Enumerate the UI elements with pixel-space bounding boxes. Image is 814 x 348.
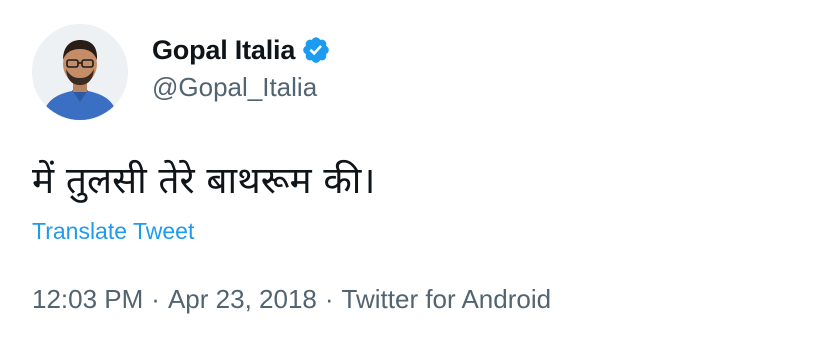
tweet-card: Gopal Italia @Gopal_Italia में तुलसी तेर… (0, 0, 814, 348)
tweet-source[interactable]: Twitter for Android (342, 284, 552, 315)
tweet-time[interactable]: 12:03 PM (32, 284, 143, 315)
tweet-date[interactable]: Apr 23, 2018 (168, 284, 317, 315)
author-handle[interactable]: @Gopal_Italia (152, 72, 317, 103)
translate-tweet-link[interactable]: Translate Tweet (32, 218, 194, 245)
tweet-text: में तुलसी तेरे बाथरूम की। (32, 159, 376, 202)
verified-badge-icon (301, 35, 331, 65)
author-name-row: Gopal Italia (152, 32, 331, 68)
meta-separator: · (324, 284, 334, 314)
meta-separator: · (151, 284, 160, 314)
avatar[interactable] (32, 24, 128, 120)
author-display-name[interactable]: Gopal Italia (152, 35, 295, 66)
avatar-photo-icon (32, 24, 128, 120)
tweet-meta: 12:03 PM · Apr 23, 2018 · Twitter for An… (32, 284, 551, 315)
